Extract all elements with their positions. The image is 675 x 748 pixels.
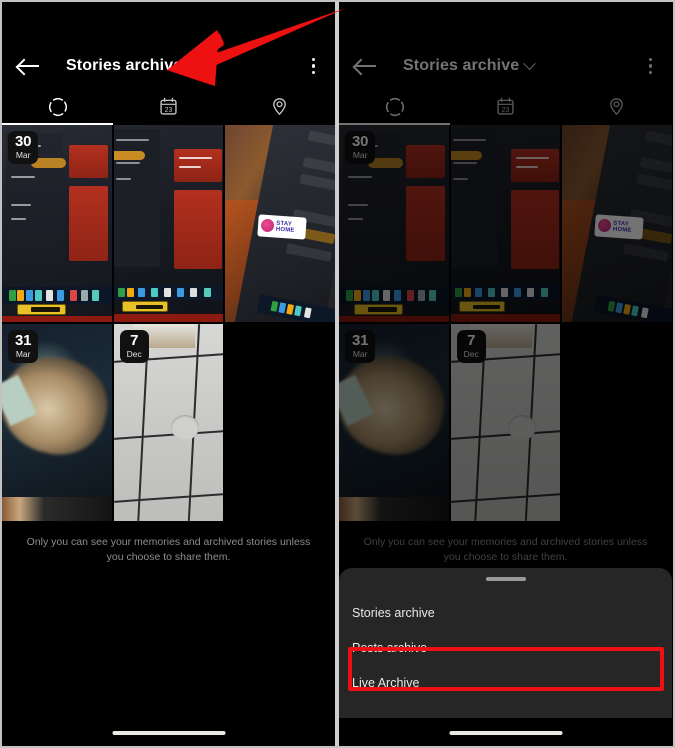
date-day: 30 (15, 133, 32, 150)
home-indicator (112, 731, 225, 735)
sticker-line-2: HOME (275, 226, 296, 234)
date-day: 31 (15, 332, 32, 349)
app-bar-left: Stories archive (2, 44, 335, 88)
back-arrow-icon[interactable] (16, 53, 42, 79)
tab-calendar[interactable]: 23 (113, 88, 224, 125)
thumbnail-image: STAY HOME (225, 125, 335, 322)
privacy-note: Only you can see your memories and archi… (26, 536, 311, 564)
location-pin-icon (273, 98, 286, 116)
tab-stories[interactable] (2, 88, 113, 125)
thumbnail-image (113, 125, 224, 322)
status-bar-left (2, 2, 335, 44)
stories-circle-icon (48, 97, 67, 116)
home-indicator (449, 731, 562, 735)
story-thumb[interactable]: 7 Dec (113, 324, 224, 521)
story-thumb[interactable]: 30 Mar (2, 125, 112, 322)
date-month: Mar (15, 349, 31, 359)
tab-map[interactable] (224, 88, 335, 125)
kebab-menu-icon[interactable] (311, 58, 315, 74)
date-day: 7 (130, 332, 139, 349)
archive-tab-bar-left: 23 (2, 88, 335, 125)
story-thumb-empty (225, 324, 335, 521)
story-thumb[interactable] (113, 125, 224, 322)
story-thumb[interactable]: 31 Mar (2, 324, 112, 521)
date-badge: 7 Dec (119, 330, 149, 363)
archive-type-bottom-sheet: Stories archive Posts archive Live Archi… (339, 568, 672, 718)
story-thumb[interactable]: STAY HOME (225, 125, 335, 322)
stay-home-sticker: STAY HOME (257, 213, 308, 239)
sheet-drag-handle[interactable] (485, 577, 526, 581)
chevron-down-icon[interactable] (186, 56, 200, 70)
calendar-day-label: 23 (165, 107, 173, 114)
sheet-item-stories-archive[interactable]: Stories archive (339, 595, 672, 630)
stories-grid-left: 30 Mar STAY HOME 31 Mar 7 Dec (2, 125, 335, 521)
heart-icon (260, 218, 275, 233)
date-badge: 30 Mar (8, 131, 39, 164)
sheet-item-label: Stories archive (352, 605, 435, 620)
page-title: Stories archive (66, 57, 183, 74)
archive-title-dropdown-left[interactable]: Stories archive (66, 56, 200, 75)
calendar-icon: 23 (160, 97, 177, 115)
posts-archive-highlight-box (348, 647, 664, 691)
date-badge: 31 Mar (8, 330, 39, 363)
date-month: Mar (15, 150, 31, 160)
screenshot-root: Stories archive 23 30 Mar STAY HOME 31 M… (0, 0, 675, 748)
phone-screen-left: Stories archive 23 30 Mar STAY HOME 31 M… (2, 2, 335, 746)
phone-screen-right: Stories archive 23 (339, 2, 672, 746)
modal-scrim[interactable] (339, 2, 672, 600)
date-month: Dec (126, 349, 142, 359)
